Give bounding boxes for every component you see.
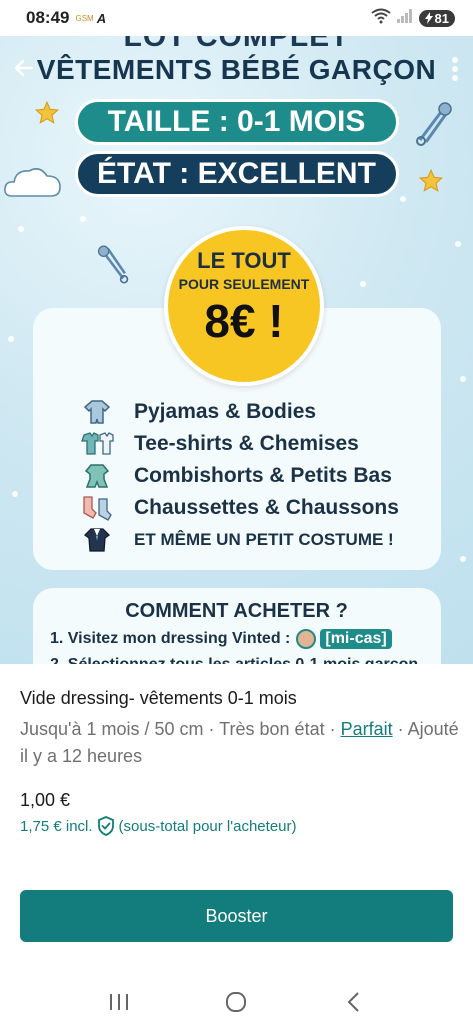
dressing-tag: [mi-cas]	[320, 629, 392, 649]
decor-dot	[80, 216, 86, 222]
decor-dot	[400, 196, 406, 202]
list-item-label: Pyjamas & Bodies	[134, 400, 317, 423]
more-options-button[interactable]	[451, 56, 459, 89]
wifi-icon	[370, 8, 391, 29]
back-nav-button[interactable]	[339, 987, 369, 1017]
safety-pin-icon	[416, 102, 452, 146]
price-badge-value: 8€ !	[204, 295, 284, 347]
buyer-price-value: 1,75 € incl.	[20, 817, 93, 835]
decor-dot	[8, 336, 14, 342]
decor-dot	[360, 281, 366, 287]
list-item: Chaussettes & Chaussons	[80, 492, 440, 524]
list-item-label: Chaussettes & Chaussons	[134, 496, 399, 519]
buyer-price[interactable]: 1,75 € incl. (sous-total pour l'acheteur…	[20, 816, 297, 836]
list-item: Combishorts & Petits Bas	[80, 460, 440, 492]
list-item-label: Combishorts & Petits Bas	[134, 464, 392, 487]
price-badge: LE TOUT POUR SEULEMENT 8€ !	[164, 226, 324, 386]
list-item: Tee-shirts & Chemises	[80, 428, 440, 460]
condition-link[interactable]: Parfait	[341, 719, 393, 739]
how-to-step-2: 2. Sélectionnez tous les articles 0-1 mo…	[50, 656, 418, 664]
battery-indicator: 81	[418, 9, 455, 27]
booster-button[interactable]: Booster	[20, 890, 453, 942]
star-icon	[34, 100, 60, 124]
home-button[interactable]	[221, 987, 251, 1017]
more-vertical-icon	[452, 57, 458, 81]
suit-icon	[80, 528, 114, 552]
decor-dot	[12, 491, 18, 497]
status-bar: 08:49 GSM A 81	[0, 0, 473, 36]
back-button[interactable]	[12, 56, 36, 87]
chevron-left-icon	[347, 992, 359, 1012]
status-icons: 81	[370, 8, 455, 29]
item-price: 1,00 €	[20, 790, 71, 810]
image-title-cut: LOT COMPLET	[123, 36, 350, 53]
safety-pin-icon	[97, 245, 129, 284]
buyer-price-note: (sous-total pour l'acheteur)	[118, 817, 297, 835]
shirt-icon	[80, 432, 114, 456]
status-app-letter: A	[96, 10, 107, 26]
status-network-label: GSM	[75, 13, 94, 23]
shield-check-icon	[97, 816, 114, 836]
avatar	[296, 629, 317, 649]
how-to-step-1-text: 1. Visitez mon dressing Vinted :	[50, 630, 291, 647]
price-badge-line1: LE TOUT	[197, 248, 291, 273]
state-pill: ÉTAT : EXCELLENT	[74, 151, 399, 197]
charging-icon	[424, 12, 433, 24]
items-list: Pyjamas & Bodies Tee-shirts & Chemises C…	[80, 396, 440, 556]
decor-dot	[460, 556, 466, 562]
signal-icon	[396, 8, 413, 28]
list-item-label: Tee-shirts & Chemises	[134, 432, 359, 455]
list-item: Pyjamas & Bodies	[80, 396, 440, 428]
star-icon	[418, 168, 444, 192]
list-item-label: ET MÊME UN PETIT COSTUME !	[134, 530, 394, 549]
home-circle-icon	[226, 992, 247, 1012]
listing-details: Vide dressing- vêtements 0-1 mois Jusqu'…	[0, 664, 473, 1024]
cloud-icon	[4, 168, 61, 197]
system-nav-bar	[0, 980, 473, 1024]
listing-title: Vide dressing- vêtements 0-1 mois	[20, 688, 297, 708]
recent-apps-icon	[109, 994, 128, 1010]
listing-image[interactable]: LOT COMPLET VÊTEMENTS BÉBÉ GARÇON TAILLE…	[0, 36, 473, 664]
shortall-icon	[80, 464, 114, 488]
decor-dot	[455, 241, 461, 247]
how-to-step-1: 1. Visitez mon dressing Vinted : [mi-cas…	[50, 629, 392, 649]
listing-meta-prefix: Jusqu'à 1 mois / 50 cm · Très bon état ·	[20, 719, 341, 739]
arrow-left-icon	[14, 59, 34, 77]
how-to-title: COMMENT ACHETER ?	[125, 600, 348, 622]
decor-dot	[18, 226, 24, 232]
price-badge-line2: POUR SEULEMENT	[178, 276, 310, 292]
onesie-icon	[80, 400, 114, 424]
list-item: ET MÊME UN PETIT COSTUME !	[80, 524, 440, 556]
recent-apps-button[interactable]	[104, 987, 134, 1017]
status-time: 08:49	[26, 8, 70, 27]
battery-level: 81	[434, 10, 449, 26]
socks-icon	[80, 496, 114, 521]
image-title: VÊTEMENTS BÉBÉ GARÇON	[36, 54, 437, 85]
size-pill: TAILLE : 0-1 MOIS	[74, 99, 399, 145]
listing-meta: Jusqu'à 1 mois / 50 cm · Très bon état ·…	[20, 716, 460, 770]
decor-dot	[460, 376, 466, 382]
